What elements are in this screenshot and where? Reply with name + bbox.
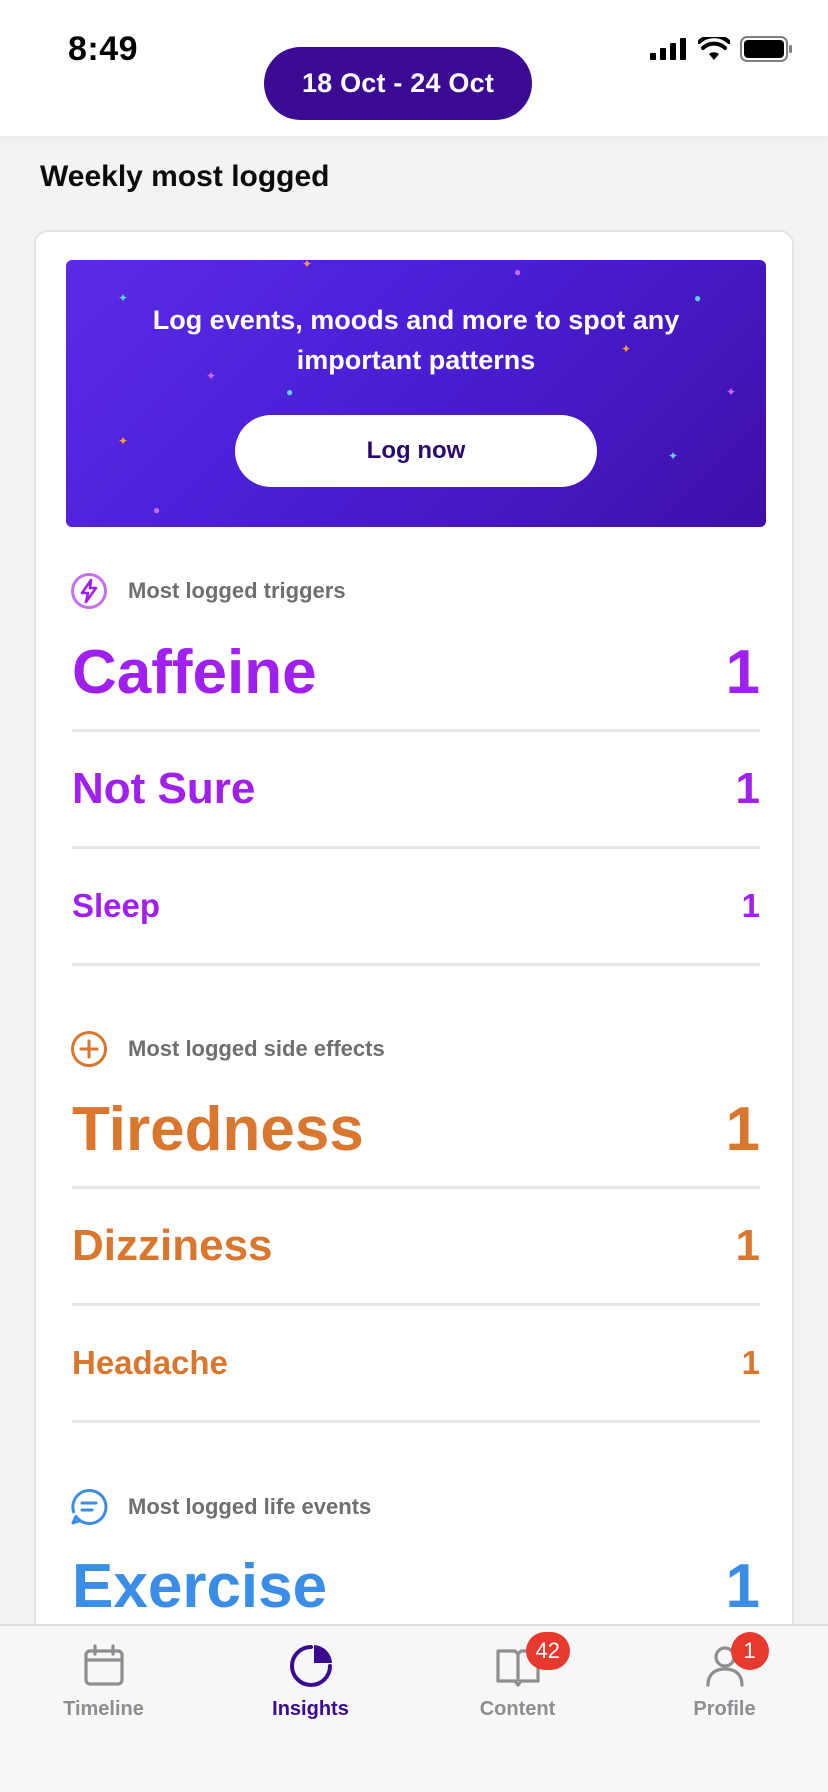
sparkle-icon: ✦	[726, 385, 737, 399]
plus-circle-icon	[70, 1030, 108, 1068]
triggers-label: Most logged triggers	[128, 578, 346, 603]
most-logged-card: ✦ ✦ ● ● ✦ ✦ ● ✦ ✦ ✦ ● Log events, moods …	[34, 230, 794, 1792]
side-effects-header: Most logged side effects	[70, 1030, 385, 1068]
tab-label: Profile	[693, 1698, 756, 1720]
item-name: Exercise	[72, 1551, 328, 1621]
side-effects-label: Most logged side effects	[128, 1036, 385, 1061]
item-name: Dizziness	[72, 1221, 273, 1270]
list-item[interactable]: Caffeine 1	[72, 615, 760, 732]
pie-chart-icon	[287, 1642, 335, 1690]
item-count: 1	[741, 887, 760, 924]
sparkle-icon: ✦	[668, 449, 679, 463]
item-name: Not Sure	[72, 764, 256, 813]
notification-badge: 42	[525, 1632, 570, 1670]
bottom-tab-bar: Timeline Insights 42 Content 1 Profile	[0, 1624, 828, 1792]
sparkle-icon: ●	[286, 385, 294, 399]
triggers-header: Most logged triggers	[70, 572, 346, 610]
life-events-label: Most logged life events	[128, 1494, 372, 1519]
top-header: 8:49 18 Oct - 24 Oct	[0, 0, 828, 136]
date-range-selector[interactable]: 18 Oct - 24 Oct	[264, 47, 532, 120]
life-events-header: Most logged life events	[70, 1488, 371, 1526]
item-count: 1	[735, 1221, 760, 1270]
item-name: Caffeine	[72, 637, 317, 707]
status-icons	[650, 36, 794, 62]
log-now-button[interactable]: Log now	[235, 415, 597, 487]
lightning-icon	[70, 572, 108, 610]
sparkle-icon: ●	[514, 265, 522, 279]
item-count: 1	[735, 764, 760, 813]
signal-icon	[650, 38, 686, 60]
sparkle-icon: ✦	[302, 260, 313, 271]
banner-message: Log events, moods and more to spot any i…	[152, 305, 680, 375]
tab-content[interactable]: 42 Content	[414, 1626, 621, 1746]
item-count: 1	[725, 637, 760, 707]
item-count: 1	[741, 1344, 760, 1381]
insights-screen: 8:49 18 Oct - 24 Oct Weekly most logged	[0, 0, 828, 1792]
wifi-icon	[698, 37, 730, 60]
tab-timeline[interactable]: Timeline	[0, 1626, 207, 1746]
tab-profile[interactable]: 1 Profile	[621, 1626, 828, 1746]
book-icon: 42	[494, 1632, 570, 1690]
page-title: Weekly most logged	[40, 160, 330, 193]
list-item[interactable]: Not Sure 1	[72, 732, 760, 849]
log-prompt-banner: ✦ ✦ ● ● ✦ ✦ ● ✦ ✦ ✦ ● Log events, moods …	[66, 260, 766, 527]
notification-badge: 1	[730, 1632, 769, 1670]
tab-label: Timeline	[63, 1698, 144, 1720]
item-name: Tiredness	[72, 1094, 364, 1164]
item-count: 1	[725, 1551, 760, 1621]
tab-label: Insights	[272, 1698, 349, 1720]
battery-icon	[740, 36, 792, 62]
sparkle-icon: ✦	[118, 434, 129, 448]
list-item[interactable]: Headache 1	[72, 1306, 760, 1423]
item-name: Headache	[72, 1344, 228, 1381]
item-count: 1	[725, 1094, 760, 1164]
list-item[interactable]: Dizziness 1	[72, 1189, 760, 1306]
item-name: Sleep	[72, 887, 161, 924]
list-item[interactable]: Sleep 1	[72, 849, 760, 966]
chat-bubble-icon	[70, 1488, 108, 1526]
tab-insights[interactable]: Insights	[207, 1626, 414, 1746]
status-time: 8:49	[68, 30, 139, 68]
person-icon: 1	[701, 1632, 769, 1690]
sparkle-icon: ●	[153, 503, 161, 517]
calendar-icon	[80, 1642, 128, 1690]
tab-label: Content	[479, 1698, 556, 1720]
list-item[interactable]: Tiredness 1	[72, 1072, 760, 1189]
